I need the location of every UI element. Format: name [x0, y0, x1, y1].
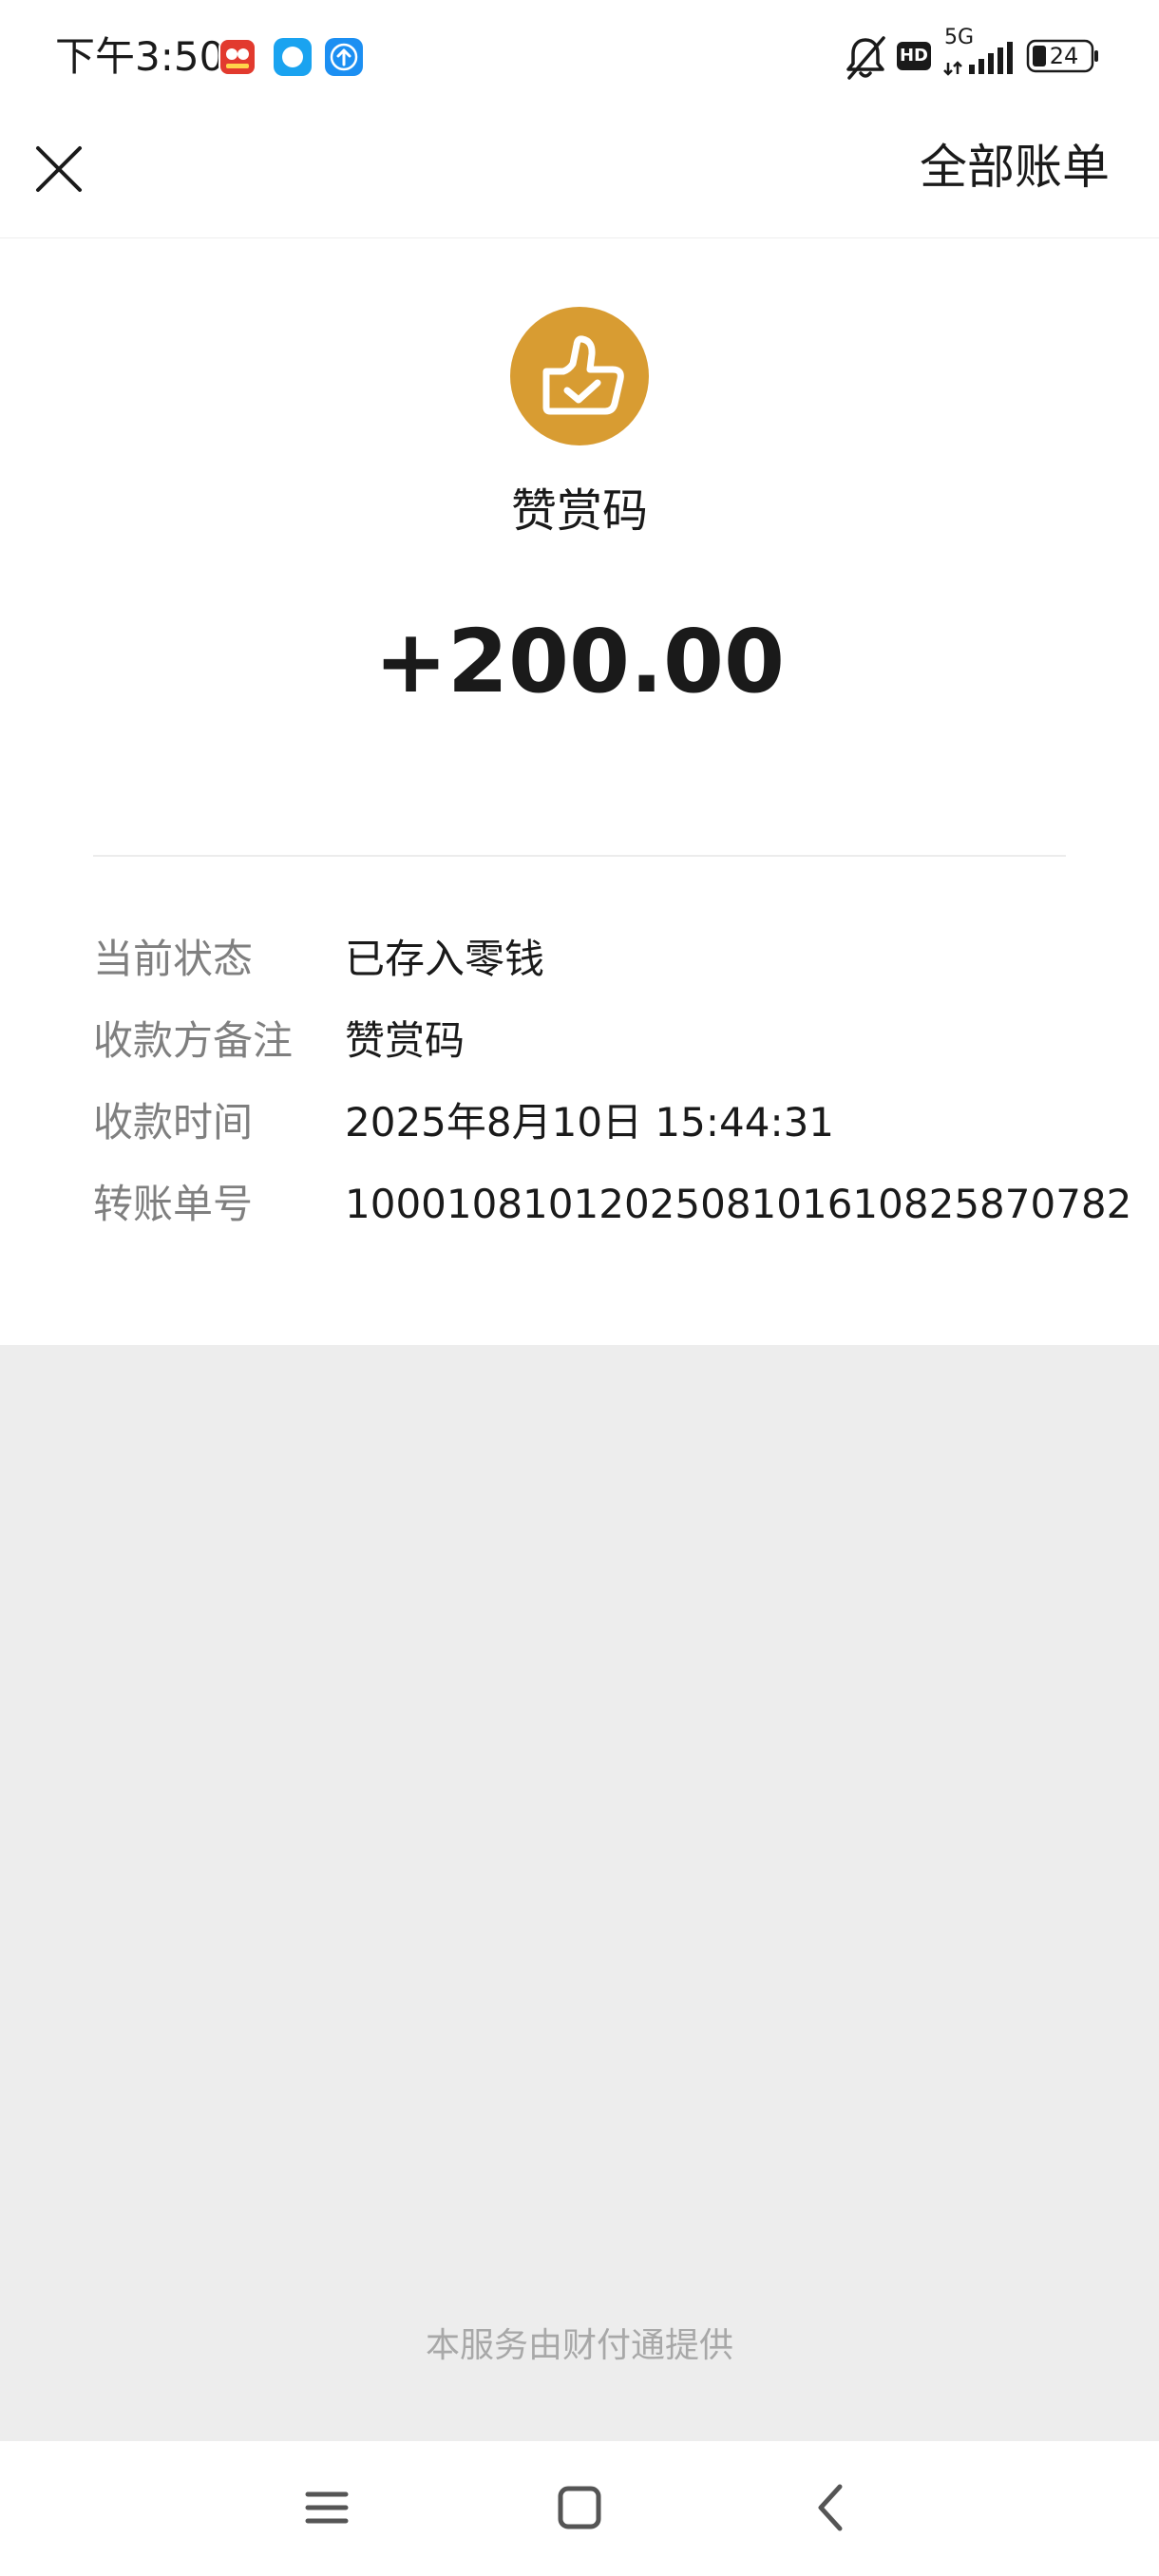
- header: 全部账单: [0, 114, 1159, 238]
- detail-value: 赞赏码: [345, 1017, 466, 1064]
- menu-icon: [305, 2491, 349, 2524]
- detail-label: 收款时间: [93, 1099, 254, 1146]
- merchant-avatar: [510, 307, 649, 445]
- detail-value[interactable]: 100010810120250810161082587078​2: [345, 1171, 1131, 1238]
- upload-arrow-icon: [325, 38, 363, 76]
- detail-label: 转账单号: [93, 1181, 254, 1227]
- detail-row-status: 当前状态 已存入零钱: [93, 926, 1100, 993]
- home-icon: [558, 2486, 601, 2529]
- detail-row-transfer-id: 转账单号 100010810120250810161082587078​2: [93, 1171, 1131, 1238]
- provider-text: 本服务由财付通提供: [425, 2326, 733, 2365]
- chat-bubble-icon: [274, 38, 312, 76]
- mute-bell-icon: [844, 34, 887, 85]
- detail-row-payee-note: 收款方备注 赞赏码: [93, 1008, 1100, 1074]
- thumbs-up-check-icon: [542, 335, 624, 415]
- transaction-card: 赞赏码 +200.00 当前状态 已存入零钱 收款方备注 赞赏码 收款时间 20…: [0, 238, 1159, 1345]
- battery-level: 24: [1049, 43, 1079, 69]
- amount: +200.00: [373, 611, 786, 712]
- system-nav-bar: [0, 2441, 1159, 2576]
- home-button[interactable]: [542, 2470, 618, 2546]
- merchant-name: 赞赏码: [510, 484, 648, 538]
- status-bar: 下午3:50 HD 5G 24: [0, 0, 1159, 114]
- back-button[interactable]: [794, 2470, 870, 2546]
- detail-value: 已存入零钱: [345, 936, 545, 982]
- divider: [93, 855, 1066, 857]
- menu-button[interactable]: [289, 2470, 365, 2546]
- notification-app-icon: [218, 38, 256, 76]
- network-type: 5G: [944, 26, 975, 49]
- detail-label: 当前状态: [93, 936, 254, 982]
- hd-badge: HD: [897, 42, 931, 70]
- detail-row-receipt-time: 收款时间 2025年8月10日 15:44:31: [93, 1089, 1100, 1156]
- close-icon: [36, 146, 82, 192]
- all-bills-link[interactable]: 全部账单: [920, 137, 1110, 198]
- close-button[interactable]: [23, 133, 95, 205]
- back-icon: [818, 2484, 843, 2531]
- detail-value: 2025年8月10日 15:44:31: [345, 1099, 835, 1146]
- detail-label: 收款方备注: [93, 1017, 294, 1064]
- status-time: 下午3:50: [55, 33, 225, 80]
